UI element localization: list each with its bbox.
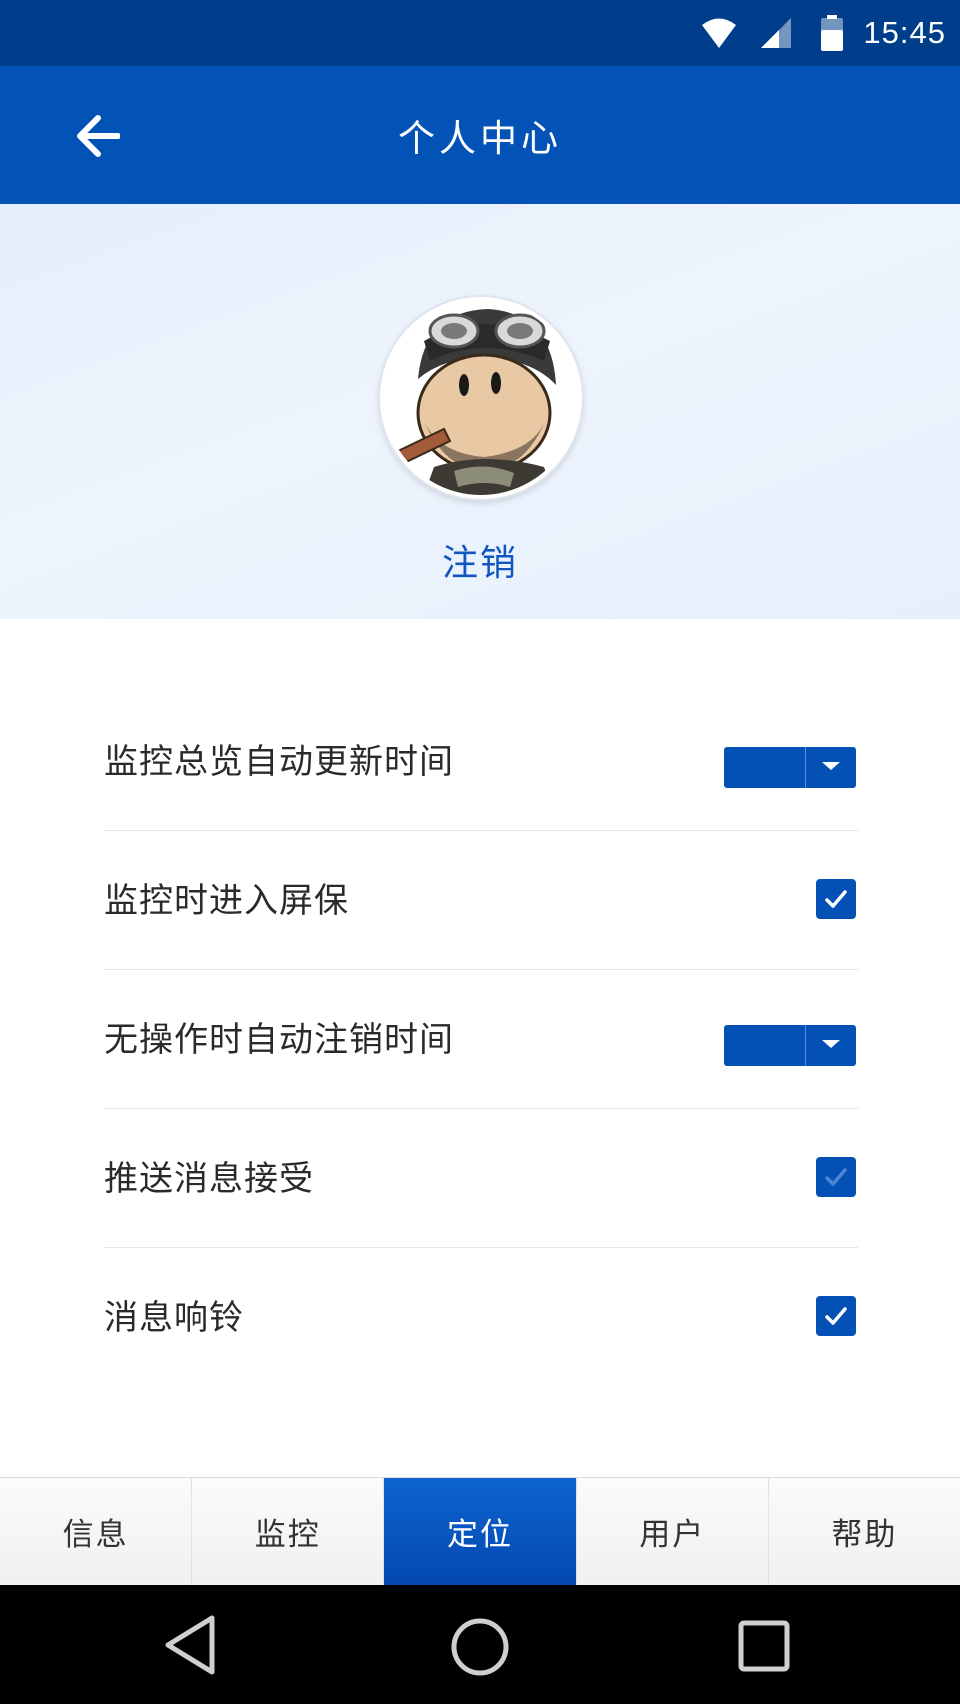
system-nav-bar	[0, 1585, 960, 1704]
auto-logout-select[interactable]	[724, 1025, 856, 1066]
wifi-icon	[702, 18, 737, 48]
status-bar: 15:45	[0, 0, 960, 66]
tab-info[interactable]: 信息	[0, 1478, 193, 1585]
page-title: 个人中心	[398, 117, 562, 160]
setting-label: 无操作时自动注销时间	[104, 1020, 454, 1060]
setting-label: 监控总览自动更新时间	[104, 742, 454, 782]
nav-recents-icon[interactable]	[738, 1620, 790, 1672]
tab-user[interactable]: 用户	[577, 1478, 769, 1585]
status-icons: 15:45	[701, 0, 946, 66]
checkmark-icon	[825, 1168, 847, 1186]
setting-label: 推送消息接受	[104, 1159, 314, 1199]
chevron-down-icon	[822, 762, 840, 770]
checkmark-icon	[825, 890, 847, 908]
chevron-down-icon	[822, 1040, 840, 1048]
checkmark-icon	[825, 1307, 847, 1325]
select-divider	[805, 747, 806, 788]
push-messages-checkbox[interactable]	[816, 1157, 856, 1197]
app-bar: 个人中心	[0, 66, 960, 204]
setting-row-screensaver: 监控时进入屏保	[104, 831, 858, 970]
tab-help[interactable]: 帮助	[769, 1478, 960, 1585]
back-button[interactable]	[62, 108, 132, 164]
setting-row-overview-refresh: 监控总览自动更新时间	[104, 692, 858, 831]
status-clock: 15:45	[863, 15, 946, 50]
setting-row-push-messages: 推送消息接受	[104, 1109, 858, 1248]
setting-label: 监控时进入屏保	[104, 881, 349, 921]
bottom-tab-bar: 信息 监控 定位 用户 帮助	[0, 1477, 960, 1585]
setting-row-message-ring: 消息响铃	[104, 1248, 858, 1387]
setting-row-auto-logout: 无操作时自动注销时间	[104, 970, 858, 1109]
logout-link[interactable]: 注销	[0, 534, 960, 586]
nav-home-icon[interactable]	[450, 1617, 510, 1677]
settings-list: 监控总览自动更新时间 监控时进入屏保 无操作时自动注销时间 推送消息接受 消息响…	[104, 692, 858, 1387]
battery-icon	[821, 15, 844, 51]
overview-refresh-select[interactable]	[724, 747, 856, 788]
tab-location[interactable]: 定位	[384, 1478, 577, 1585]
screensaver-checkbox[interactable]	[816, 879, 856, 919]
nav-back-icon[interactable]	[162, 1614, 218, 1676]
avatar-image	[384, 301, 578, 495]
message-ring-checkbox[interactable]	[816, 1296, 856, 1336]
arrow-left-icon	[77, 115, 120, 157]
setting-label: 消息响铃	[104, 1298, 244, 1338]
avatar[interactable]	[380, 297, 582, 499]
cell-signal-icon	[761, 18, 792, 48]
profile-header: 注销	[0, 204, 960, 619]
tab-monitor[interactable]: 监控	[192, 1478, 385, 1585]
select-divider	[805, 1025, 806, 1066]
